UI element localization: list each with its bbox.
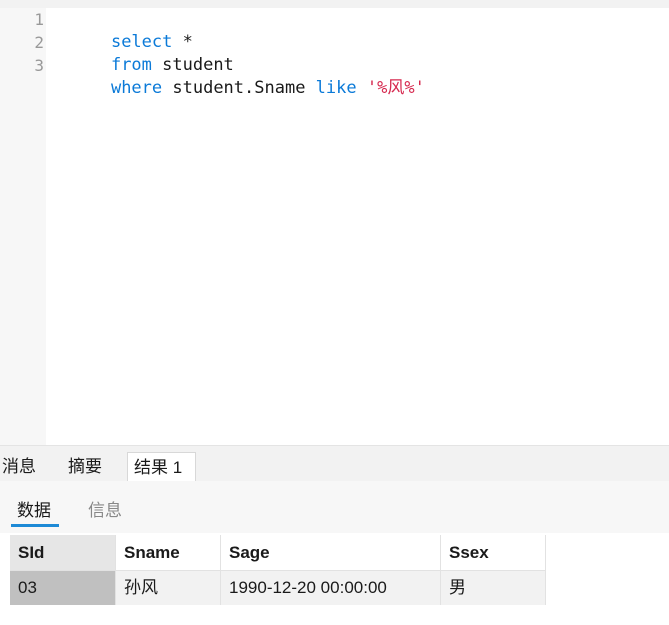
line-number-gutter: 1 2 3 xyxy=(0,8,46,445)
column-header-ssex[interactable]: Ssex xyxy=(441,535,546,571)
string-token: '%风%' xyxy=(366,78,425,98)
active-subtab-indicator xyxy=(11,524,59,527)
text-token: student.Sname xyxy=(162,78,316,98)
table-cell[interactable]: 1990-12-20 00:00:00 xyxy=(221,571,441,605)
line-number: 3 xyxy=(34,56,44,75)
table-cell[interactable]: 男 xyxy=(441,571,546,605)
table-cell[interactable]: 03 xyxy=(10,571,116,605)
column-header-sid[interactable]: SId xyxy=(10,535,116,571)
result-tab-bar: 消息 摘要 结果 1 xyxy=(0,445,669,482)
column-header-sname[interactable]: Sname xyxy=(116,535,221,571)
keyword-token: where xyxy=(110,78,163,98)
line-number: 2 xyxy=(34,33,44,52)
sql-editor[interactable]: 1 2 3 select * from student where studen… xyxy=(0,8,669,445)
top-strip xyxy=(0,0,669,8)
tab-summary[interactable]: 摘要 xyxy=(62,452,108,482)
code-line: where student.Sname like '%风%' xyxy=(70,54,425,123)
result-sub-tab-bar: 数据 信息 xyxy=(0,481,669,533)
tab-result-1[interactable]: 结果 1 xyxy=(127,452,196,482)
line-number: 1 xyxy=(34,10,44,29)
column-header-sage[interactable]: Sage xyxy=(221,535,441,571)
subtab-info[interactable]: 信息 xyxy=(88,496,122,521)
tab-messages[interactable]: 消息 xyxy=(0,452,42,482)
table-cell[interactable]: 孙风 xyxy=(116,571,221,605)
keyword-token: like xyxy=(315,78,357,98)
subtab-data[interactable]: 数据 xyxy=(17,496,51,521)
